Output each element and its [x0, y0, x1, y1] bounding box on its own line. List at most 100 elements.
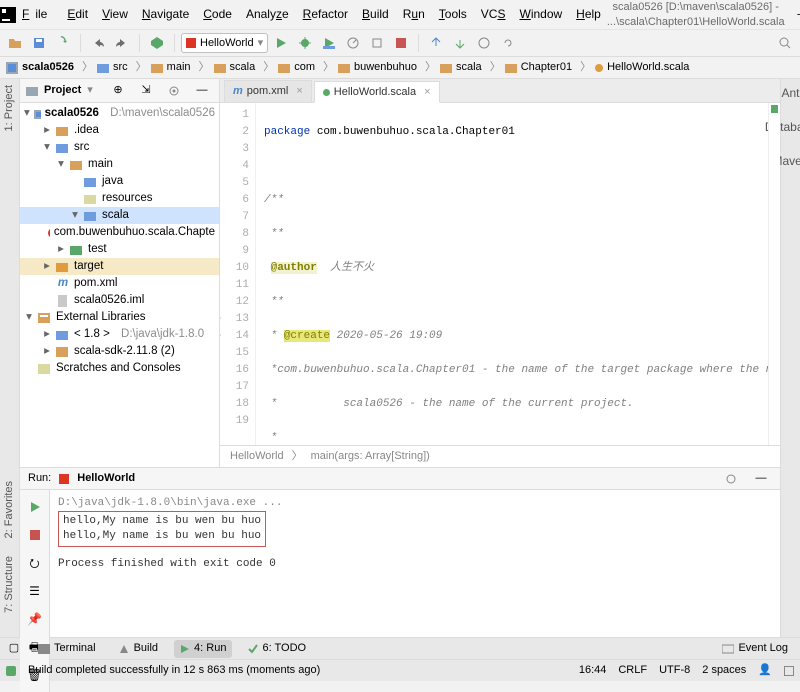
crumb[interactable]: src〉 [97, 60, 151, 75]
menu-help[interactable]: Help [570, 2, 607, 26]
run-config-label: HelloWorld [200, 36, 254, 51]
tree-ext-lib[interactable]: ▾External Libraries [20, 309, 219, 326]
tool-structure[interactable]: 7: Structure [2, 556, 17, 613]
status-mem-icon[interactable] [784, 666, 794, 676]
tree-node[interactable]: com.buwenbuhuo.scala.Chapte [20, 224, 219, 241]
project-icon [26, 85, 38, 97]
crumb-class[interactable]: HelloWorld [230, 449, 284, 464]
minimize-button[interactable]: ─ [785, 3, 800, 27]
run-icon[interactable] [270, 32, 292, 54]
crumb-file[interactable]: HelloWorld.scala [595, 60, 689, 75]
menu-build[interactable]: Build [356, 2, 395, 26]
coverage-icon[interactable] [318, 32, 340, 54]
project-tool-window: Project ▾ ⊕ ⇲ — ▾scala0526 D:\maven\scal… [20, 79, 220, 467]
crumb[interactable]: Chapter01〉 [505, 60, 595, 75]
open-icon[interactable] [4, 32, 26, 54]
menu-refactor[interactable]: Refactor [297, 2, 354, 26]
tree-node[interactable]: ▾src [20, 139, 219, 156]
tree-node[interactable]: java [20, 173, 219, 190]
stop-icon[interactable] [390, 32, 412, 54]
tree-node[interactable]: ▸< 1.8 > D:\java\jdk-1.8.0 [20, 326, 219, 343]
chevron-down-icon: ▾ [258, 36, 264, 51]
crumb[interactable]: buwenbuhuo〉 [338, 60, 440, 75]
menu-view[interactable]: View [96, 2, 134, 26]
gutter[interactable]: 123456789101112 13 14 1516171819 [220, 103, 256, 445]
main-split: 1: Project 2: Favorites 7: Structure Pro… [0, 79, 800, 637]
menu-analyze[interactable]: Analyze [240, 2, 295, 26]
run-config-combo[interactable]: HelloWorld ▾ [181, 33, 268, 53]
menu-code[interactable]: Code [197, 2, 238, 26]
tree-node[interactable]: mpom.xml [20, 275, 219, 292]
tool-project[interactable]: 1: Project [2, 85, 17, 131]
bottom-corner-icon[interactable]: ▢ [6, 641, 22, 656]
hide-icon[interactable]: — [191, 80, 213, 102]
hide-icon[interactable]: — [750, 468, 772, 490]
menu-vcs[interactable]: VCS [475, 2, 512, 26]
sync-icon[interactable] [52, 32, 74, 54]
menu-edit[interactable]: Edit [61, 2, 94, 26]
menu-navigate[interactable]: Navigate [136, 2, 195, 26]
menu-bar: File Edit View Navigate Code Analyze Ref… [16, 2, 607, 26]
tree-node[interactable]: ▸.idea [20, 122, 219, 139]
run-toolbar: ⭮ ☰ 📌 🖶 🗑 [20, 490, 50, 692]
tree-root[interactable]: ▾scala0526 D:\maven\scala0526 [20, 105, 219, 122]
editor-area: mpom.xml× HelloWorld.scala× 123456789101… [220, 79, 780, 467]
crumb-method[interactable]: main(args: Array[String]) [311, 449, 430, 464]
crumb[interactable]: main〉 [151, 60, 214, 75]
project-tree[interactable]: ▾scala0526 D:\maven\scala0526 ▸.idea ▾sr… [20, 103, 219, 467]
close-icon[interactable]: × [424, 85, 430, 100]
crumb-module[interactable]: scala0526〉 [6, 60, 97, 75]
tree-node[interactable]: ▾main [20, 156, 219, 173]
gear-icon[interactable] [163, 80, 185, 102]
undo-icon[interactable] [87, 32, 109, 54]
select-opened-icon[interactable]: ⊕ [107, 80, 129, 102]
menu-run[interactable]: Run [397, 2, 431, 26]
vcs-history-icon[interactable] [473, 32, 495, 54]
run-title: HelloWorld [77, 471, 135, 486]
vcs-revert-icon[interactable] [497, 32, 519, 54]
ide-logo-icon [0, 7, 16, 23]
run-tool-window: Run: HelloWorld — ⭮ ☰ 📌 🖶 🗑 D:\java\jdk-… [20, 467, 780, 637]
crumb[interactable]: com〉 [278, 60, 338, 75]
debug-icon[interactable] [294, 32, 316, 54]
error-stripe[interactable] [768, 103, 780, 445]
menu-file[interactable]: File [16, 2, 59, 26]
editor-body[interactable]: 123456789101112 13 14 1516171819 package… [220, 103, 780, 445]
tool-favorites[interactable]: 2: Favorites [2, 481, 17, 538]
tree-node[interactable]: scala0526.iml [20, 292, 219, 309]
pin-icon[interactable]: 📌 [24, 608, 46, 630]
gear-icon[interactable] [720, 468, 742, 490]
attach-icon[interactable] [366, 32, 388, 54]
build-icon[interactable] [146, 32, 168, 54]
redo-icon[interactable] [111, 32, 133, 54]
vcs-update-icon[interactable] [425, 32, 447, 54]
tree-node[interactable]: ▸scala-sdk-2.11.8 (2) [20, 343, 219, 360]
code-area[interactable]: package com.buwenbuhuo.scala.Chapter01 /… [256, 103, 768, 445]
run-console[interactable]: D:\java\jdk-1.8.0\bin\java.exe ... hello… [50, 490, 780, 692]
editor-tab[interactable]: mpom.xml× [224, 80, 312, 102]
close-icon[interactable]: × [296, 84, 302, 99]
save-icon[interactable] [28, 32, 50, 54]
vcs-commit-icon[interactable] [449, 32, 471, 54]
collapse-icon[interactable]: ⇲ [135, 80, 157, 102]
layout-icon[interactable]: ☰ [24, 580, 46, 602]
tree-scratches[interactable]: Scratches and Consoles [20, 360, 219, 377]
window-title: scala0526 [D:\maven\scala0526] - ...\sca… [607, 0, 785, 29]
crumb[interactable]: scala〉 [440, 60, 505, 75]
search-icon[interactable] [774, 32, 796, 54]
profile-icon[interactable] [342, 32, 364, 54]
crumb[interactable]: scala〉 [214, 60, 279, 75]
run-header: Run: HelloWorld — [20, 468, 780, 490]
menu-tools[interactable]: Tools [433, 2, 473, 26]
editor-tab-active[interactable]: HelloWorld.scala× [314, 81, 440, 103]
tree-node[interactable]: ▸test [20, 241, 219, 258]
project-header: Project ▾ ⊕ ⇲ — [20, 79, 219, 103]
tree-node[interactable]: ▸target [20, 258, 219, 275]
tree-node-selected[interactable]: ▾scala [20, 207, 219, 224]
tree-node[interactable]: resources [20, 190, 219, 207]
rerun-icon[interactable] [24, 496, 46, 518]
stop-icon[interactable] [24, 524, 46, 546]
tool-ant[interactable]: Ant [781, 85, 799, 101]
restart-icon[interactable]: ⭮ [24, 552, 46, 574]
menu-window[interactable]: Window [513, 2, 568, 26]
